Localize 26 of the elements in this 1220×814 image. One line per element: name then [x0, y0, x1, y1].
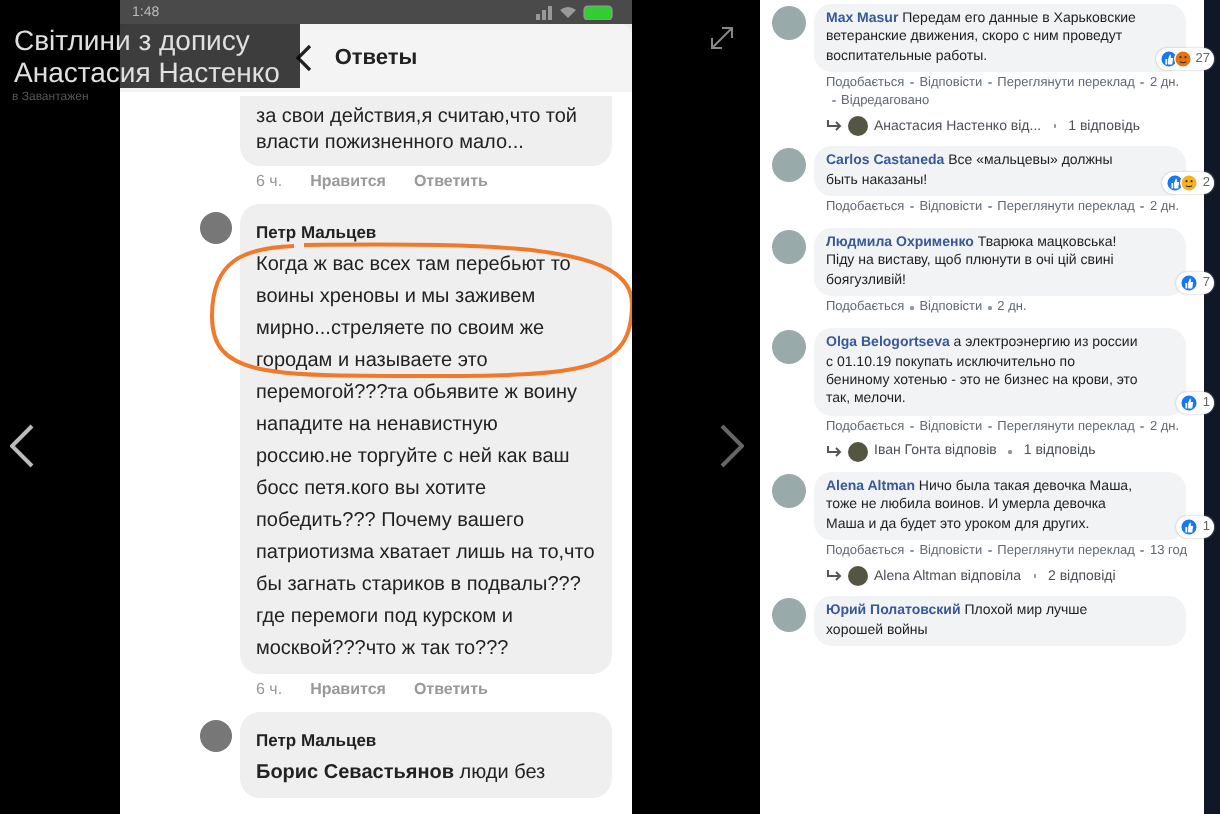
comment-text: Борис Севастьянов люди без [256, 759, 548, 788]
avatar[interactable] [772, 230, 806, 265]
reply-arrow-icon [826, 120, 842, 133]
back-chevron-icon[interactable] [296, 44, 312, 72]
comment-time: 6 ч. [256, 679, 283, 698]
avatar[interactable] [772, 473, 806, 508]
comment-text: Когда ж вас всех там перебьют то воины хреновы и мы заживем мирно...стреляете по своим же городам и называете это перемогой???та обьявите ж воину нападите на ненавистную россию.не торгуйте с ней как ваш босс петя.кого вы хотите победить??? Почему вашего патриотизма хватает лишь на то,что бы загнать стариков в подвалы???где перемоги под курском и москвой???что ж так то??? [256, 251, 596, 664]
avatar [200, 719, 232, 752]
avatar[interactable] [772, 330, 806, 365]
avatar [200, 211, 232, 244]
photo-album-title[interactable]: Світлини з допису Анастасия Настенко [8, 24, 300, 88]
expand-icon[interactable] [710, 26, 734, 50]
avatar[interactable] [772, 6, 806, 40]
comment-time: 6 ч. [256, 171, 283, 190]
screen-title: Ответы [334, 46, 418, 70]
avatar [848, 441, 868, 462]
reply-arrow-icon [826, 445, 842, 458]
status-icons-icon [536, 4, 616, 20]
reply-arrow-icon [826, 570, 842, 583]
comment-text: за свои действия,я считаю,что той власти пожизненного мало... [256, 104, 580, 158]
comment-author[interactable]: Петр Мальцев [256, 221, 377, 244]
comment-author[interactable]: Петр Мальцев [256, 729, 377, 752]
avatar[interactable] [772, 598, 806, 633]
avatar [848, 116, 868, 137]
avatar [848, 566, 868, 587]
avatar[interactable] [772, 148, 806, 183]
